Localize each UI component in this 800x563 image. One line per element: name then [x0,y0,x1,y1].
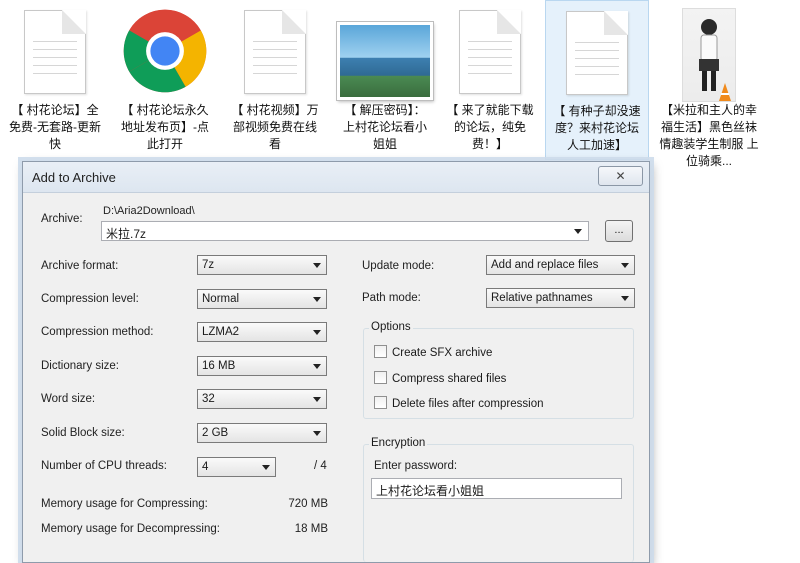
compression-method-label: Compression method: [41,326,154,338]
path-mode-value: Relative pathnames [491,292,593,304]
file-tile-3[interactable]: 【 村花视频】万部视频免费在线看 [225,0,325,160]
dialog-title: Add to Archive [32,170,116,185]
compress-shared-label: Compress shared files [392,373,507,385]
file-tile-4[interactable]: 【 解压密码】：上村花论坛看小姐姐 [335,0,435,160]
person-figure-icon [699,19,731,101]
text-file-icon [459,10,521,94]
image-file-icon [337,22,433,100]
delete-after-label: Delete files after compression [392,398,544,410]
file-caption: 【 村花论坛】全免费-无套路-更新快 [9,103,101,151]
compression-method-select[interactable]: LZMA2 [197,322,327,342]
mem-decompress-value: 18 MB [294,523,328,535]
compression-level-label: Compression level: [41,293,139,305]
encryption-group-title: Encryption [369,437,428,449]
chevron-down-icon [313,397,321,402]
password-input[interactable]: 上村花论坛看小姐姐 [371,478,622,499]
dictionary-size-value: 16 MB [202,360,236,372]
cpu-threads-max: / 4 [314,460,327,472]
word-size-label: Word size: [41,393,96,405]
dialog-titlebar[interactable]: Add to Archive ✕ [23,162,649,193]
solid-block-size-select[interactable]: 2 GB [197,423,327,443]
chrome-icon [123,9,207,93]
checkbox-box[interactable] [374,371,387,384]
compression-level-value: Normal [202,293,240,305]
checkbox-box[interactable] [374,396,387,409]
archive-path: D:\Aria2Download\ [103,205,195,217]
file-caption: 【 有种子却没速度？来村花论坛人工加速】 [553,104,641,152]
file-caption: 【 村花视频】万部视频免费在线看 [231,103,319,151]
chevron-down-icon [621,263,629,268]
file-tile-1[interactable]: 【 村花论坛】全免费-无套路-更新快 [5,0,105,160]
cpu-threads-select[interactable]: 4 [197,457,276,477]
browse-button[interactable]: ... [605,220,633,242]
delete-after-checkbox[interactable]: Delete files after compression [374,396,543,410]
file-tile-7[interactable]: 【米拉和主人的幸福生活】黑色丝袜情趣装学生制服 上位骑乘... [655,0,763,168]
file-tile-6-selected[interactable]: 【 有种子却没速度？来村花论坛人工加速】 [545,0,649,160]
chevron-down-icon [313,431,321,436]
mem-compress-label: Memory usage for Compressing: [41,498,208,510]
cpu-threads-label: Number of CPU threads: [41,460,167,472]
text-file-icon [24,10,86,94]
file-caption: 【 解压密码】：上村花论坛看小姐姐 [342,103,427,151]
password-label: Enter password: [374,460,458,472]
file-tile-5[interactable]: 【 来了就能下载的论坛，纯免费！】 [440,0,540,160]
text-file-icon [244,10,306,94]
cpu-threads-value: 4 [202,461,209,473]
path-mode-select[interactable]: Relative pathnames [486,288,635,308]
file-caption: 【 来了就能下载的论坛，纯免费！】 [446,103,534,151]
add-to-archive-dialog: Add to Archive ✕ Archive: D:\Aria2Downlo… [22,161,650,563]
close-button[interactable]: ✕ [598,166,643,186]
close-icon: ✕ [615,169,626,183]
text-file-icon [566,11,628,95]
archive-label: Archive: [41,213,83,225]
archive-name-combo[interactable]: 米拉.7z [101,221,589,241]
mem-compress-value: 720 MB [288,498,328,510]
password-value: 上村花论坛看小姐姐 [376,484,485,498]
chevron-down-icon [313,330,321,335]
create-sfx-label: Create SFX archive [392,347,493,359]
update-mode-label: Update mode: [362,260,435,272]
solid-block-size-label: Solid Block size: [41,427,125,439]
compression-level-select[interactable]: Normal [197,289,327,309]
file-tile-2[interactable]: 【 村花论坛永久地址发布页】-点此打开 [115,0,215,160]
dictionary-size-select[interactable]: 16 MB [197,356,327,376]
chevron-down-icon [313,297,321,302]
dictionary-size-label: Dictionary size: [41,360,119,372]
chevron-down-icon [313,263,321,268]
chevron-down-icon [262,465,270,470]
archive-name-value: 米拉.7z [106,227,147,241]
chevron-down-icon [621,296,629,301]
update-mode-value: Add and replace files [491,259,599,271]
word-size-value: 32 [202,393,215,405]
chevron-down-icon [313,364,321,369]
compress-shared-checkbox[interactable]: Compress shared files [374,371,506,385]
create-sfx-checkbox[interactable]: Create SFX archive [374,345,492,359]
mem-decompress-label: Memory usage for Decompressing: [41,523,220,535]
path-mode-label: Path mode: [362,292,421,304]
options-group-title: Options [369,321,413,333]
archive-format-select[interactable]: 7z [197,255,327,275]
word-size-select[interactable]: 32 [197,389,327,409]
checkbox-box[interactable] [374,345,387,358]
video-thumbnail-icon [682,8,736,102]
compression-method-value: LZMA2 [202,326,240,338]
chevron-down-icon[interactable] [574,229,582,234]
solid-block-size-value: 2 GB [202,427,229,439]
archive-format-label: Archive format: [41,260,119,272]
file-caption: 【米拉和主人的幸福生活】黑色丝袜情趣装学生制服 上位骑乘... [659,103,759,168]
update-mode-select[interactable]: Add and replace files [486,255,635,275]
archive-format-value: 7z [202,259,215,271]
file-caption: 【 村花论坛永久地址发布页】-点此打开 [121,103,209,151]
